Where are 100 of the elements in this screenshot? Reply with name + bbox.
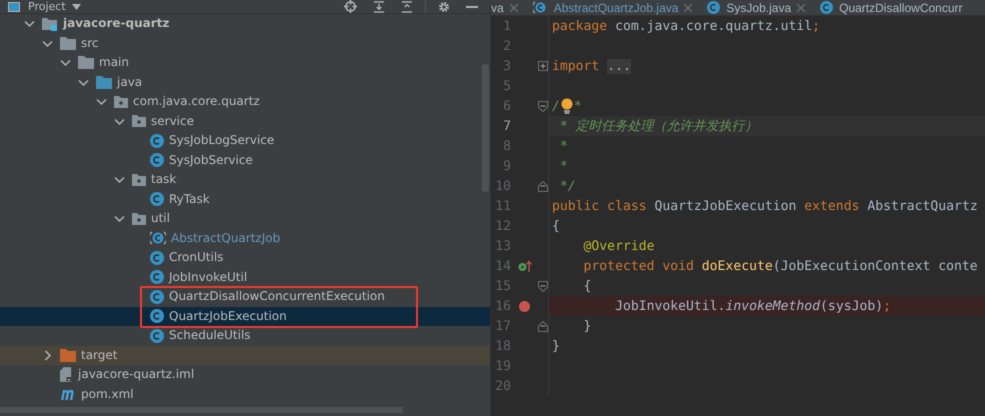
tree-item[interactable]: CronUtils xyxy=(150,250,224,266)
minimize-icon[interactable] xyxy=(466,4,478,8)
line-number: 19 xyxy=(494,358,511,374)
lightbulb-icon[interactable] xyxy=(560,98,573,114)
code-comment: * 定时任务处理（允许并发执行） xyxy=(558,118,758,135)
tree-item[interactable]: main xyxy=(78,55,129,70)
tree-item[interactable]: QuartzDisallowConcurrentExecution xyxy=(150,289,385,304)
collapse-all-icon[interactable] xyxy=(401,0,413,12)
collapse-icon[interactable] xyxy=(538,320,548,332)
code-comment: * xyxy=(574,98,582,114)
code-keyword: protected void xyxy=(582,258,695,274)
line-number: 3 xyxy=(502,58,511,74)
collapse-icon[interactable] xyxy=(538,100,548,112)
tree-item[interactable]: service xyxy=(132,114,194,129)
chevron-icon[interactable] xyxy=(96,96,107,108)
panel-title[interactable]: Project xyxy=(28,0,66,13)
caret-icon[interactable] xyxy=(72,4,81,10)
class-icon xyxy=(150,153,164,168)
tree-item[interactable]: SysJobService xyxy=(150,152,253,168)
code-annotation: @Override xyxy=(582,238,654,254)
override-icon[interactable] xyxy=(518,260,532,272)
code-comment: * xyxy=(558,138,568,154)
tree-item[interactable]: JobInvokeUtil xyxy=(150,270,248,285)
chevron-icon[interactable] xyxy=(60,57,71,68)
tree-item[interactable]: target xyxy=(60,348,118,363)
tree-item[interactable]: SysJobLogService xyxy=(150,133,274,148)
line-number: 16 xyxy=(494,298,511,314)
tree-item[interactable]: task xyxy=(132,172,176,188)
line-number: 1 xyxy=(502,18,511,34)
editor-tab[interactable]: va xyxy=(491,0,518,15)
editor-tab[interactable]: QuartzDisallowConcurr xyxy=(820,0,962,15)
collapse-icon[interactable] xyxy=(538,280,548,292)
tree-item[interactable]: pom.xml xyxy=(60,386,134,402)
code-comment: / xyxy=(552,98,560,114)
locate-icon[interactable] xyxy=(344,0,357,13)
module-folder-icon xyxy=(42,16,58,31)
line-number: 15 xyxy=(494,278,511,294)
tree-item[interactable]: src xyxy=(60,36,99,51)
maven-icon xyxy=(60,388,76,400)
package-icon xyxy=(114,96,128,108)
code-text: } xyxy=(582,318,592,334)
class-icon xyxy=(150,134,164,148)
line-number: 10 xyxy=(494,178,511,194)
file-icon xyxy=(60,367,73,382)
code-keyword: ; xyxy=(812,18,820,34)
code-comment: */ xyxy=(558,178,576,194)
panel-icon xyxy=(8,2,20,12)
expand-all-icon[interactable] xyxy=(373,0,385,12)
chevron-icon[interactable] xyxy=(114,213,125,224)
package-icon xyxy=(132,212,146,225)
class-icon xyxy=(150,250,164,265)
tree-item[interactable]: java xyxy=(96,74,142,90)
tree-item[interactable]: com.java.core.quartz xyxy=(114,94,260,110)
line-number: 17 xyxy=(494,318,511,334)
class-icon xyxy=(150,192,164,206)
line-number: 8 xyxy=(502,138,511,154)
code-text: JobInvokeUtil. xyxy=(614,298,726,314)
folded-code: ... xyxy=(607,58,631,74)
chevron-icon[interactable] xyxy=(24,18,35,30)
code-text: { xyxy=(582,278,592,294)
expand-icon[interactable] xyxy=(538,60,548,72)
collapse-icon[interactable] xyxy=(538,180,548,192)
tree-item[interactable]: ScheduleUtils xyxy=(150,328,251,344)
code-comment: * xyxy=(558,158,568,174)
editor-tab[interactable]: SysJob.java xyxy=(707,0,806,15)
line-number: 2 xyxy=(502,38,511,54)
code-text: QuartzJobExecution xyxy=(654,198,796,214)
abstract-class-icon xyxy=(150,231,166,246)
scrollbar[interactable] xyxy=(482,64,489,192)
folder-icon xyxy=(60,36,76,50)
code-keyword: package xyxy=(552,18,608,34)
chevron-icon[interactable] xyxy=(42,350,53,361)
code-text: AbstractQuartz xyxy=(867,198,978,214)
code-keyword: public class xyxy=(552,198,648,214)
line-number: 9 xyxy=(502,158,511,174)
folder-icon xyxy=(96,76,112,89)
code-text: (sysJob) xyxy=(820,298,884,314)
code-keyword: ; xyxy=(883,298,892,314)
tree-item[interactable]: javacore-quartz xyxy=(42,16,170,32)
tree-item[interactable]: RyTask xyxy=(150,192,210,207)
class-icon xyxy=(150,309,164,324)
package-icon xyxy=(132,115,146,128)
folder-icon xyxy=(60,348,76,362)
editor-tab[interactable]: AbstractQuartzJob.java xyxy=(532,0,692,15)
line-number: 5 xyxy=(502,78,511,94)
code-text: { xyxy=(552,218,560,234)
tree-item[interactable]: AbstractQuartzJob xyxy=(150,230,280,246)
breakpoint-icon[interactable] xyxy=(519,300,530,312)
class-icon xyxy=(150,290,164,304)
code-keyword: import xyxy=(552,58,600,74)
tree-item[interactable]: javacore-quartz.iml xyxy=(60,367,194,382)
line-number: 7 xyxy=(502,118,511,134)
chevron-icon[interactable] xyxy=(114,174,125,186)
line-number: 13 xyxy=(494,238,511,254)
line-number: 20 xyxy=(494,378,511,394)
tree-item[interactable]: util xyxy=(132,211,170,226)
settings-icon[interactable] xyxy=(438,0,450,12)
line-number: 18 xyxy=(494,338,511,354)
line-number: 6 xyxy=(502,98,511,114)
line-number: 12 xyxy=(494,218,511,234)
